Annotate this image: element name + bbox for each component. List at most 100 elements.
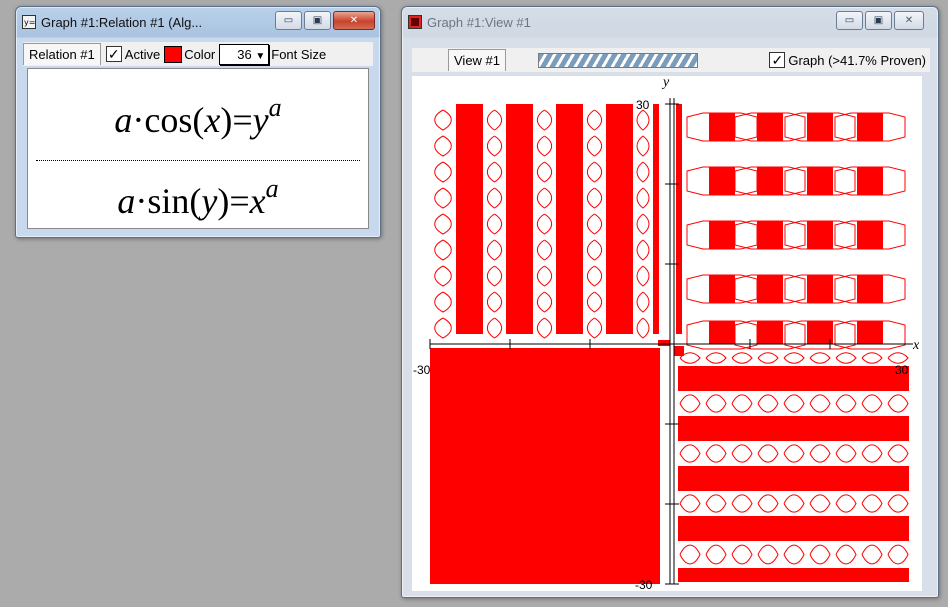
checker-block — [709, 275, 735, 303]
active-checkbox[interactable]: ✓ — [105, 46, 122, 62]
graph-equation-icon: y= — [22, 15, 36, 29]
view-maximize-button[interactable]: ▣ — [865, 11, 892, 30]
wavy-curve — [757, 494, 779, 513]
bottom-left-solid-region — [430, 348, 660, 584]
view-window[interactable]: Graph #1:View #1 ▭ ▣ ✕ View #1 ✓ Graph (… — [401, 6, 939, 598]
font-size-select[interactable]: 36 ▼ — [219, 43, 270, 65]
graph-plot-svg[interactable]: y x 30 -30 30 -30 — [412, 75, 922, 592]
wavy-curve — [861, 352, 883, 364]
wavy-curve — [861, 394, 883, 413]
checkmark-icon: ✓ — [107, 46, 120, 62]
equation-1[interactable]: a·cos(x)=ya — [28, 93, 368, 141]
checker-block — [757, 321, 783, 344]
color-label: Color — [184, 46, 216, 62]
y-min-label: -30 — [635, 578, 653, 591]
checker-block — [709, 221, 735, 249]
horizontal-band — [678, 416, 909, 441]
view-titlebar[interactable]: Graph #1:View #1 ▭ ▣ ✕ — [408, 11, 932, 33]
vertical-band — [556, 104, 583, 334]
wavy-curve — [486, 265, 503, 287]
dropdown-arrow-icon: ▼ — [255, 50, 266, 62]
relation-toolbar: Relation #1 ✓ Active Color 36 ▼ Font Siz… — [23, 42, 373, 66]
wavy-curve — [434, 187, 452, 209]
wavy-curve — [434, 291, 452, 313]
wavy-curve — [434, 265, 452, 287]
checkmark-icon: ✓ — [771, 52, 784, 68]
wavy-curve — [636, 187, 650, 209]
view-close-button[interactable]: ✕ — [894, 11, 924, 30]
vertical-band — [653, 104, 659, 334]
wavy-curve — [486, 161, 503, 183]
checker-block — [757, 275, 783, 303]
wavy-curve — [835, 444, 857, 463]
wavy-curve — [731, 494, 753, 513]
close-button[interactable]: ✕ — [333, 11, 375, 30]
checker-block — [857, 275, 883, 303]
eq2-rhs-base: x — [249, 181, 266, 221]
svg-text:y=: y= — [24, 18, 35, 27]
relation-window[interactable]: y= Graph #1:Relation #1 (Alg... ▭ ▣ ✕ Re… — [15, 6, 381, 238]
wavy-curve — [809, 444, 831, 463]
eq1-rhs-base: y — [252, 100, 269, 140]
wavy-curve — [757, 352, 779, 364]
wavy-curve — [757, 394, 779, 413]
wavy-curve — [835, 394, 857, 413]
wavy-curve — [536, 291, 553, 313]
view-window-title: Graph #1:View #1 — [427, 14, 531, 30]
graph-plot-area[interactable]: y x 30 -30 30 -30 — [412, 75, 922, 592]
horizontal-band — [678, 568, 909, 582]
wavy-curve — [636, 109, 650, 131]
wavy-curve — [887, 352, 909, 364]
view-toolbar: View #1 ✓ Graph (>41.7% Proven) — [412, 48, 930, 72]
graph-checkbox[interactable]: ✓ — [769, 52, 786, 68]
vertical-band — [606, 104, 633, 334]
horizontal-band — [678, 466, 909, 491]
checker-block — [709, 167, 735, 195]
wavy-curve — [536, 213, 553, 235]
minimize-button[interactable]: ▭ — [275, 11, 302, 30]
wavy-curve — [586, 135, 603, 157]
y-axis-label: y — [661, 76, 670, 90]
eq2-argument: y — [201, 181, 218, 221]
wavy-curve — [783, 352, 805, 364]
font-size-label: Font Size — [271, 46, 327, 62]
tab-relation-1[interactable]: Relation #1 — [23, 43, 101, 65]
wavy-curve — [809, 394, 831, 413]
wavy-curve — [887, 544, 909, 565]
wavy-curve — [586, 161, 603, 183]
maximize-icon: ▣ — [873, 15, 884, 26]
wavy-curve — [835, 494, 857, 513]
relation-window-title: Graph #1:Relation #1 (Alg... — [41, 14, 203, 30]
wavy-curve — [586, 317, 603, 339]
eq2-dot: · — [135, 181, 148, 221]
color-swatch[interactable] — [164, 45, 183, 63]
font-size-value: 36 — [237, 46, 252, 62]
relation-titlebar[interactable]: y= Graph #1:Relation #1 (Alg... ▭ ▣ ✕ — [22, 11, 375, 33]
wavy-curve — [636, 291, 650, 313]
wavy-curve — [861, 544, 883, 565]
wavy-curve — [861, 444, 883, 463]
checker-block — [857, 321, 883, 344]
wavy-curve — [536, 317, 553, 339]
wavy-curve — [809, 352, 831, 364]
wavy-curve — [536, 265, 553, 287]
maximize-button[interactable]: ▣ — [304, 11, 331, 30]
vertical-band — [506, 104, 533, 334]
wavy-curve — [636, 239, 650, 261]
origin-fill — [674, 346, 684, 356]
minimize-icon: ▭ — [283, 15, 294, 26]
wavy-curve — [731, 352, 753, 364]
equation-pane[interactable]: a·cos(x)=ya a·sin(y)=xa — [27, 68, 369, 229]
wavy-curve — [636, 265, 650, 287]
wavy-curve — [757, 544, 779, 565]
checker-block — [757, 221, 783, 249]
wavy-curve — [809, 494, 831, 513]
tab-view-1[interactable]: View #1 — [448, 49, 507, 71]
wavy-curve — [783, 494, 805, 513]
view-minimize-button[interactable]: ▭ — [836, 11, 863, 30]
eq2-equals: )= — [217, 181, 250, 221]
wavy-curve — [486, 239, 503, 261]
equation-2[interactable]: a·sin(y)=xa — [28, 174, 368, 222]
equation-separator — [36, 160, 360, 161]
vertical-band — [676, 104, 682, 334]
